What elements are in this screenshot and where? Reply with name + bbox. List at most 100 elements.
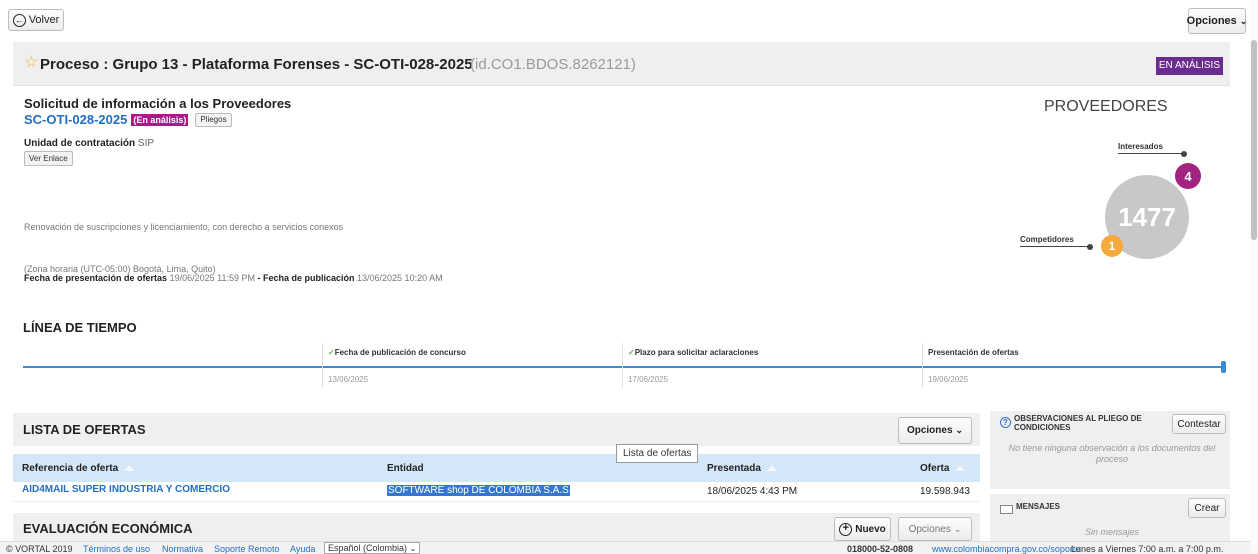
providers-title: PROVEEDORES (1044, 98, 1168, 115)
pliegos-button[interactable]: Pliegos (195, 112, 232, 127)
interested-count: 4 (1184, 168, 1192, 184)
footer-hours: Lunes a Viernes 7:00 a.m. a 7:00 p.m. (1071, 544, 1224, 554)
column-header-label: Referencia de oferta (22, 463, 119, 474)
contestar-label: Contestar (1177, 418, 1221, 430)
competitors-label: Competidores (1020, 235, 1074, 244)
status-tag: (En análisis) (131, 113, 189, 126)
competitors-count: 1 (1108, 239, 1116, 253)
chevron-down-icon: ⌄ (955, 425, 964, 435)
evaluation-options-button[interactable]: Opciones ⌄ (898, 517, 972, 541)
timeline-line (23, 366, 1225, 368)
unit-label: Unidad de contratación (24, 138, 136, 149)
unit-row: Unidad de contratación SIP (24, 138, 154, 149)
presentation-date: 19/06/2025 11:59 PM (169, 273, 255, 283)
sort-icon (124, 465, 135, 472)
process-reference: SC-OTI-028-2025 (24, 112, 128, 127)
column-header[interactable]: Entidad (387, 463, 424, 474)
competitors-count-bubble: 1 (1101, 235, 1123, 257)
timeline-item: Presentación de ofertas (928, 348, 1019, 357)
footer-link-terms[interactable]: Términos de uso (83, 544, 150, 554)
column-header-label: Presentada (707, 463, 761, 474)
timeline-item-date: 13/06/2025 (328, 375, 369, 384)
timeline-divider (622, 343, 623, 388)
observations-title: OBSERVACIONES AL PLIEGO DE CONDICIONES (1014, 414, 1142, 432)
scrollbar-thumb[interactable] (1251, 40, 1257, 240)
evaluation-title: EVALUACIÓN ECONÓMICA (23, 521, 193, 536)
timeline-title: LÍNEA DE TIEMPO (23, 320, 137, 335)
ver-enlace-button[interactable]: Ver Enlace (24, 151, 73, 166)
crear-label: Crear (1194, 502, 1220, 514)
status-badge: EN ANÁLISIS (1155, 57, 1223, 75)
timeline-item-label: Plazo para solicitar aclaraciones (634, 348, 759, 357)
contestar-button[interactable]: Contestar (1172, 414, 1226, 434)
language-value: Español (Colombia) (328, 543, 408, 553)
offer-entity: SOFTWARE shop DE COLOMBIA S.A.S (387, 485, 570, 496)
dates-row: Fecha de presentación de ofertas 19/06/2… (24, 273, 443, 283)
timeline-divider (922, 343, 923, 388)
new-evaluation-button[interactable]: + Nuevo (834, 517, 891, 541)
top-options-button[interactable]: Opciones ⌄ (1187, 8, 1248, 34)
interested-dot (1181, 151, 1187, 157)
process-title: Proceso : Grupo 13 - Plataforma Forenses… (40, 56, 473, 73)
options-label: Opciones (906, 425, 953, 436)
offers-title: LISTA DE OFERTAS (23, 422, 146, 437)
reference-row: SC-OTI-028-2025 (En análisis) Pliegos (24, 112, 232, 127)
observations-empty-text: No tiene ninguna observación a los docum… (1008, 443, 1216, 464)
star-icon[interactable]: ☆ (24, 55, 38, 71)
interested-line (1118, 153, 1184, 154)
messages-title: MENSAJES (1016, 502, 1061, 511)
offers-header: LISTA DE OFERTAS (13, 413, 980, 446)
envelope-icon (1000, 505, 1013, 514)
footer-support-link[interactable]: www.colombiacompra.gov.co/soporte (932, 544, 1080, 554)
footer: © VORTAL 2019 Términos de uso Normativa … (0, 541, 1258, 554)
footer-link-help[interactable]: Ayuda (290, 544, 315, 554)
check-icon: ✓ (628, 348, 635, 357)
dates-separator: - (254, 273, 263, 283)
interested-count-bubble: 4 (1175, 163, 1201, 189)
unit-value: SIP (137, 138, 155, 149)
column-header-label: Oferta (920, 463, 950, 474)
timeline-item-date: 19/06/2025 (928, 375, 969, 384)
timeline-item-date: 17/06/2025 (628, 375, 669, 384)
interested-label: Interesados (1118, 142, 1163, 151)
column-header[interactable]: Referencia de oferta (22, 463, 135, 474)
chevron-down-icon: ⌄ (1239, 15, 1248, 26)
process-header: ☆ Proceso : Grupo 13 - Plataforma Forens… (13, 42, 1230, 86)
footer-phone: 018000-52-0808 (847, 544, 914, 554)
options-label: Opciones (908, 523, 951, 535)
messages-empty-text: Sin mensajes (1084, 527, 1140, 537)
timeline-item: ✓Plazo para solicitar aclaraciones (628, 348, 758, 357)
competitors-line (1020, 246, 1090, 247)
publication-date: 13/06/2025 10:20 AM (357, 273, 443, 283)
info-subtitle: Solicitud de información a los Proveedor… (24, 96, 292, 111)
offer-reference-link[interactable]: AID4MAIL SUPER INDUSTRIA Y COMERCIO (22, 484, 230, 495)
timeline-item-label: Presentación de ofertas (928, 348, 1019, 357)
process-id: (id.CO1.BDOS.8262121) (470, 56, 636, 73)
process-description: Renovación de suscripciones y licenciami… (24, 222, 344, 232)
footer-link-remote-support[interactable]: Soporte Remoto (214, 544, 280, 554)
column-header-label: Entidad (387, 463, 424, 474)
sort-icon (766, 465, 777, 472)
offers-tooltip: Lista de ofertas (616, 444, 699, 463)
sort-icon (955, 465, 966, 472)
publication-label: Fecha de publicación (262, 273, 355, 283)
chevron-down-icon: ⌄ (409, 544, 417, 553)
check-icon: ✓ (328, 348, 335, 357)
timeline-item-label: Fecha de publicación de concurso (334, 348, 466, 357)
column-header[interactable]: Presentada (707, 463, 777, 474)
crear-button[interactable]: Crear (1188, 498, 1226, 518)
table-row: AID4MAIL SUPER INDUSTRIA Y COMERCIO SOFT… (13, 482, 980, 502)
language-select[interactable]: Español (Colombia) ⌄ (324, 542, 421, 554)
question-icon: ? (1000, 417, 1011, 428)
offers-options-button[interactable]: Opciones ⌄ (898, 417, 972, 444)
back-button[interactable]: ← Volver (8, 9, 64, 31)
presentation-label: Fecha de presentación de ofertas (24, 273, 168, 283)
column-header[interactable]: Oferta (920, 463, 966, 474)
footer-link-normativa[interactable]: Normativa (162, 544, 203, 554)
new-label: Nuevo (855, 523, 886, 535)
offers-table-header: Referencia de oferta Entidad Presentada … (13, 454, 980, 482)
plus-circle-icon: + (839, 522, 853, 536)
competitors-dot (1087, 244, 1093, 250)
page-scrollbar[interactable] (1250, 0, 1258, 554)
chevron-down-icon: ⌄ (953, 523, 962, 534)
